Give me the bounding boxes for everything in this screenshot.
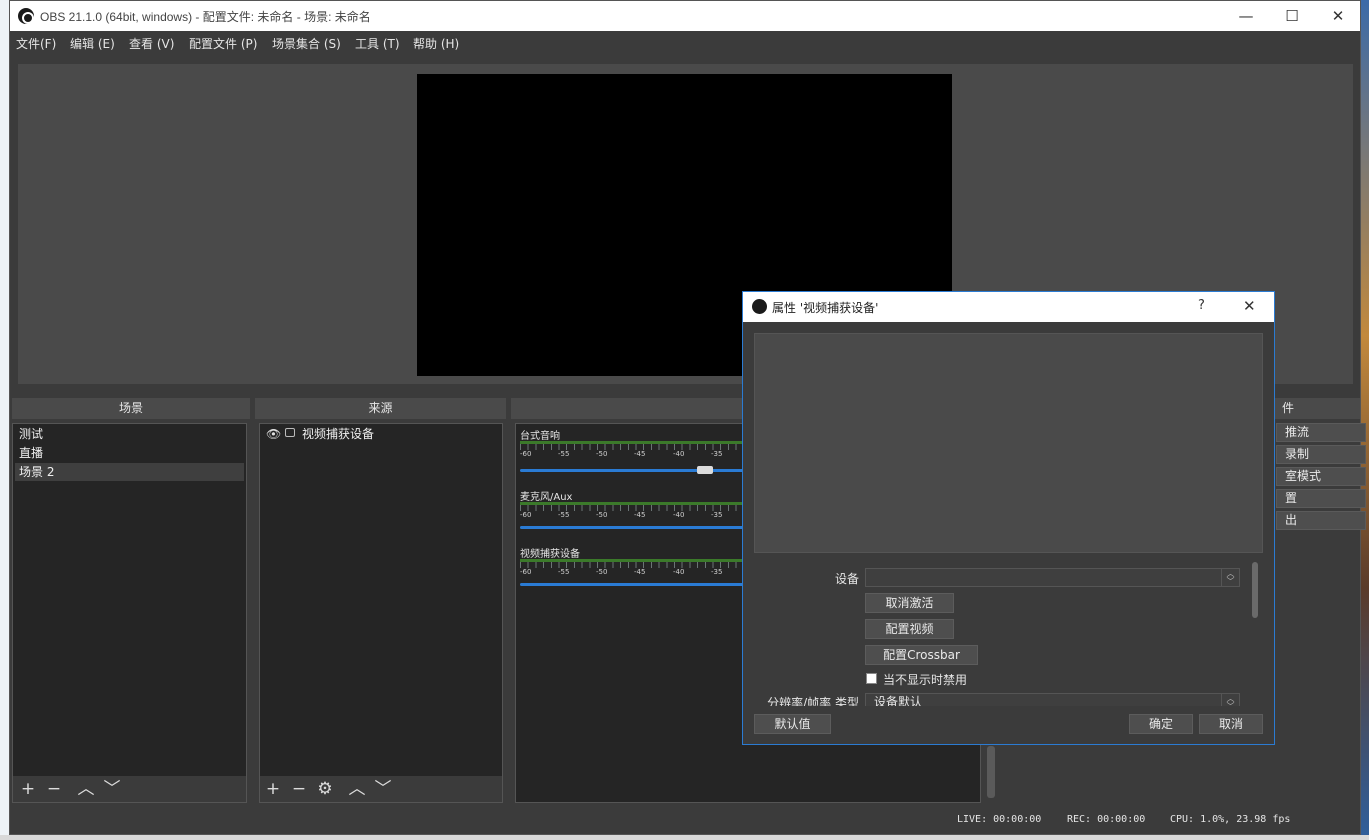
meter-tick-labels: -60 -55 -50 -45 -40 -35 [520,568,745,577]
cpu-status: CPU: 1.0%, 23.98 fps [1170,814,1291,825]
tick-label: -55 [558,568,570,576]
resolution-type-select[interactable]: 设备默认 ︿﹀ [865,693,1240,706]
chevron-updown-icon: ︿﹀ [1221,569,1239,586]
close-button[interactable]: ✕ [1315,1,1361,31]
gear-icon[interactable]: ⚙ [315,776,335,802]
source-preview [754,333,1263,553]
obs-logo-icon [18,8,34,24]
sources-dock-header: 来源 [255,398,506,419]
clipped-row: 分辨率/帧率 类型 设备默认 ︿﹀ [743,690,1248,706]
studio-mode-button[interactable]: 室模式 [1276,467,1366,486]
minimize-button[interactable]: — [1223,1,1269,31]
tick-label: -35 [711,568,723,576]
dialog-titlebar: 属性 '视频捕获设备' ? ✕ [743,292,1274,322]
meter-tick-labels: -60 -55 -50 -45 -40 -35 [520,450,745,459]
volume-slider[interactable] [520,583,745,586]
scenes-dock-header: 场景 [12,398,250,419]
settings-button[interactable]: 置 [1276,489,1366,508]
menu-scene-collection[interactable]: 场景集合 (S) [272,35,341,52]
move-down-icon[interactable]: ﹀ [373,776,393,802]
mixer-channel-name: 麦克风/Aux [520,492,573,503]
menu-tools[interactable]: 工具 (T) [355,35,400,52]
scene-item[interactable]: 测试 [15,425,244,443]
obs-logo-icon [752,299,767,314]
controls-dock-header: 件 [1272,398,1360,419]
sources-list: 视频捕获设备 👁 [259,423,503,803]
dialog-title: 属性 '视频捕获设备' [772,301,879,315]
resolution-type-value: 设备默认 [874,695,923,706]
checkbox-label: 当不显示时禁用 [883,673,968,687]
cancel-button[interactable]: 取消 [1199,714,1263,734]
move-up-icon[interactable]: ︿ [347,776,367,802]
mixer-scrollbar[interactable] [987,746,995,798]
configure-crossbar-button[interactable]: 配置Crossbar [865,645,978,665]
ok-button[interactable]: 确定 [1129,714,1193,734]
mixer-channel-name: 台式音响 [520,431,560,442]
defaults-button[interactable]: 默认值 [754,714,831,734]
move-up-icon[interactable]: ︿ [76,776,96,802]
properties-dialog: 属性 '视频捕获设备' ? ✕ 设备 ︿ ﹀ 取消激活 配置视频 配置Crossb… [742,291,1275,745]
remove-scene-icon[interactable]: − [44,776,64,802]
scene-item[interactable]: 直播 [15,444,244,462]
resolution-type-label: 分辨率/帧率 类型 [767,696,859,706]
tick-label: -35 [711,511,723,519]
tick-label: -40 [673,450,685,458]
sources-toolbar: + − ⚙ ︿ ﹀ [260,776,502,802]
tick-label: -45 [634,450,646,458]
maximize-button[interactable]: ☐ [1269,1,1315,31]
mixer-channel-name: 视频捕获设备 [520,549,580,560]
menu-bar: 文件(F) 编辑 (E) 查看 (V) 配置文件 (P) 场景集合 (S) 工具… [10,31,1360,55]
menu-file[interactable]: 文件(F) [16,35,56,52]
tick-label: -40 [673,511,685,519]
dialog-close-button[interactable]: ✕ [1243,297,1256,315]
start-streaming-button[interactable]: 推流 [1276,423,1366,442]
status-bar [10,806,1360,834]
scenes-toolbar: + − ︿ ﹀ [13,776,246,802]
eye-icon[interactable]: 👁 [266,427,281,441]
tick-label: -50 [596,450,608,458]
tick-label: -50 [596,511,608,519]
meter-tick-labels: -60 -55 -50 -45 -40 -35 [520,511,745,520]
add-source-icon[interactable]: + [263,776,283,802]
scene-item-selected[interactable]: 场景 2 [15,463,244,481]
source-item[interactable]: 视频捕获设备 [262,425,500,443]
menu-view[interactable]: 查看 (V) [129,35,174,52]
tick-label: -60 [520,568,532,576]
add-scene-icon[interactable]: + [18,776,38,802]
configure-video-button[interactable]: 配置视频 [865,619,954,639]
tick-label: -40 [673,568,685,576]
start-recording-button[interactable]: 录制 [1276,445,1366,464]
tick-label: -60 [520,450,532,458]
menu-edit[interactable]: 编辑 (E) [70,35,115,52]
deactivate-when-hidden-checkbox[interactable] [866,673,877,684]
tick-label: -55 [558,511,570,519]
tick-label: -45 [634,568,646,576]
desktop-background-right [1361,0,1369,840]
menu-profile[interactable]: 配置文件 (P) [189,35,257,52]
tick-label: -50 [596,568,608,576]
scenes-list: 测试 直播 场景 2 [12,423,247,803]
exit-button[interactable]: 出 [1276,511,1366,530]
device-select[interactable]: ︿ ﹀ [865,568,1240,587]
chevron-updown-icon: ︿﹀ [1221,694,1239,706]
help-button[interactable]: ? [1198,298,1205,313]
properties-scrollbar-thumb[interactable] [1252,562,1258,618]
rec-status: REC: 00:00:00 [1067,814,1146,825]
volume-slider-handle[interactable] [696,466,713,474]
tick-label: -35 [711,450,723,458]
tick-label: -55 [558,450,570,458]
remove-source-icon[interactable]: − [289,776,309,802]
lock-icon[interactable] [285,428,295,437]
live-status: LIVE: 00:00:00 [957,814,1042,825]
move-down-icon[interactable]: ﹀ [102,776,122,802]
taskbar-strip [0,835,1369,840]
volume-slider[interactable] [520,526,745,529]
tick-label: -60 [520,511,532,519]
window-title: OBS 21.1.0 (64bit, windows) - 配置文件: 未命名 … [40,10,371,24]
menu-help[interactable]: 帮助 (H) [413,35,459,52]
device-label: 设备 [834,572,859,586]
tick-label: -45 [634,511,646,519]
window-titlebar: OBS 21.1.0 (64bit, windows) - 配置文件: 未命名 … [10,1,1360,31]
deactivate-button[interactable]: 取消激活 [865,593,954,613]
